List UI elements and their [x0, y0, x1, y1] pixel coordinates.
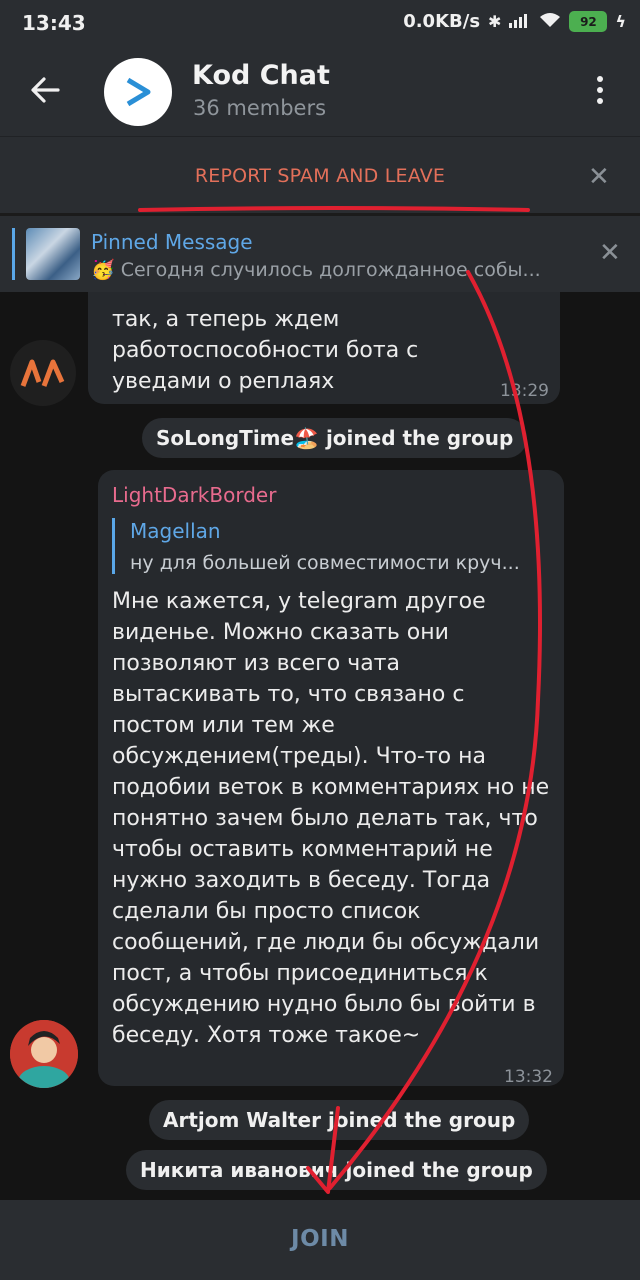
reply-name[interactable]: Magellan: [130, 516, 221, 547]
kod-logo-icon: [126, 77, 151, 107]
signal-icon: [509, 12, 531, 32]
user-logo-icon: [20, 359, 65, 387]
join-button[interactable]: JOIN: [0, 1226, 640, 1252]
wifi-icon: [539, 12, 561, 32]
close-icon[interactable]: ✕: [588, 164, 610, 190]
message-text: так, а теперь ждем работоспособности бот…: [112, 307, 419, 394]
pinned-text: 🥳 Сегодня случилось долгожданное собы...: [91, 259, 541, 281]
message-time: 13:29: [500, 381, 549, 401]
message-bubble[interactable]: LightDarkBorder Magellan ну для большей …: [98, 470, 564, 1087]
back-arrow-icon[interactable]: [28, 72, 62, 108]
message-bubble[interactable]: так, а теперь ждем работоспособности бот…: [88, 292, 560, 404]
pinned-message-bar[interactable]: Pinned Message 🥳 Сегодня случилось долго…: [0, 216, 640, 292]
system-message: SoLongTime🏖️ joined the group: [142, 418, 528, 458]
chat-messages[interactable]: так, а теперь ждем работоспособности бот…: [0, 292, 640, 1200]
system-message: Никита иванович joined the group: [126, 1150, 547, 1190]
status-time: 13:43: [22, 11, 86, 35]
close-icon[interactable]: ✕: [599, 240, 621, 266]
message-time: 13:32: [504, 1067, 553, 1087]
chat-header: Kod Chat 36 members: [0, 46, 640, 136]
bluetooth-icon: ✱: [488, 12, 502, 31]
members-count: 36 members: [193, 96, 327, 120]
avatar[interactable]: [10, 1020, 78, 1088]
pinned-title: Pinned Message: [91, 230, 253, 254]
avatar[interactable]: [10, 340, 76, 406]
message-text: Мне кажется, у telegram другое виденье. …: [112, 589, 550, 1048]
reply-indicator: [112, 518, 115, 574]
network-speed: 0.0KB/s: [403, 11, 481, 32]
pinned-thumbnail: [26, 228, 80, 280]
battery-icon: 92: [569, 11, 608, 32]
chat-avatar[interactable]: [104, 58, 172, 126]
status-icons: 0.0KB/s ✱ 92 ϟ: [403, 11, 626, 32]
report-spam-button[interactable]: REPORT SPAM AND LEAVE: [0, 165, 640, 187]
reply-text[interactable]: ну для большей совместимости круч...: [130, 548, 550, 579]
pinned-indicator: [12, 228, 15, 280]
user-avatar-icon: [10, 1020, 78, 1088]
chat-title[interactable]: Kod Chat: [192, 60, 330, 91]
join-bar: JOIN: [0, 1200, 640, 1280]
more-vertical-icon[interactable]: [590, 76, 610, 108]
sender-name[interactable]: LightDarkBorder: [112, 480, 276, 511]
report-spam-bar: REPORT SPAM AND LEAVE ✕: [0, 136, 640, 213]
status-bar: 13:43 0.0KB/s ✱ 92 ϟ: [0, 0, 640, 46]
charging-icon: ϟ: [615, 12, 626, 31]
system-message: Artjom Walter joined the group: [149, 1100, 530, 1140]
